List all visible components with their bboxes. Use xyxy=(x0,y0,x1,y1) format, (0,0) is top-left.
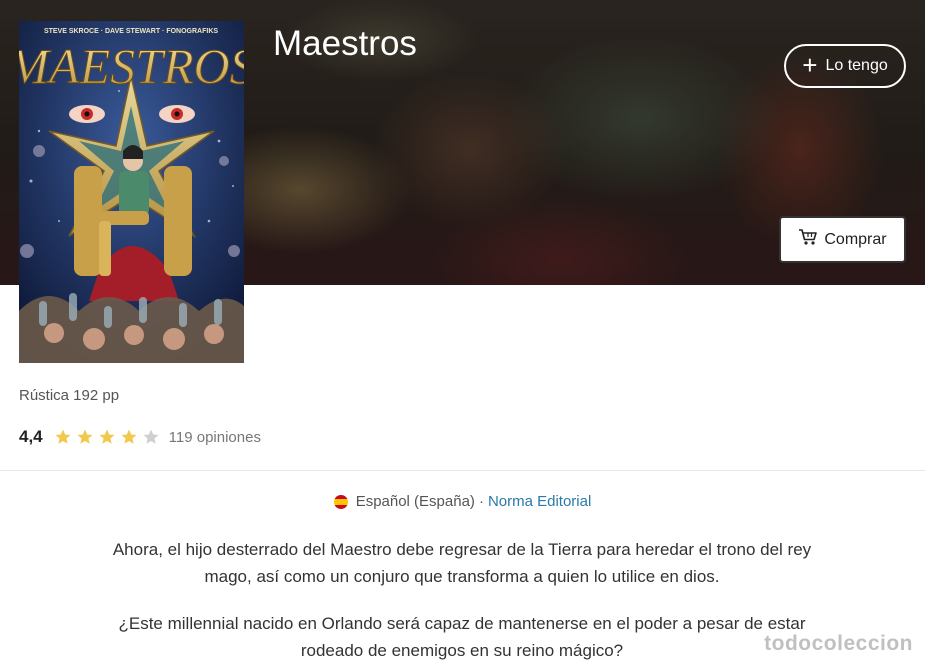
cover-credits: STEVE SKROCE · DAVE STEWART · FONOGRAFIK… xyxy=(44,28,218,35)
reviews-link[interactable]: 119 opiniones xyxy=(169,429,261,446)
spain-flag-icon xyxy=(333,494,348,509)
star-filled-icon xyxy=(121,429,137,444)
format-info: Rústica 192 pp xyxy=(19,387,120,404)
edition-info: Español (España) · Norma Editorial xyxy=(0,493,925,510)
description-paragraph: Ahora, el hijo desterrado del Maestro de… xyxy=(112,540,812,586)
rating: 4,4 119 opiniones xyxy=(19,427,261,447)
rating-score: 4,4 xyxy=(19,427,43,446)
cart-icon xyxy=(798,228,818,251)
rating-stars[interactable] xyxy=(54,428,160,446)
cover-logo: MAESTROS xyxy=(19,38,244,94)
star-filled-icon xyxy=(77,429,93,444)
star-filled-icon xyxy=(55,429,71,444)
cover-image[interactable]: STEVE SKROCE · DAVE STEWART · FONOGRAFIK… xyxy=(19,21,244,363)
buy-button-label: Comprar xyxy=(824,230,887,248)
publisher-link[interactable]: Norma Editorial xyxy=(488,493,591,510)
description-paragraph: ¿Este millennial nacido en Orlando será … xyxy=(118,614,806,660)
page-title: Maestros xyxy=(273,24,417,63)
star-filled-icon xyxy=(99,429,115,444)
star-empty-icon xyxy=(143,429,159,444)
separator: · xyxy=(478,493,484,510)
buy-button[interactable]: Comprar xyxy=(779,216,906,263)
own-button[interactable]: + Lo tengo xyxy=(784,44,906,88)
description: Ahora, el hijo desterrado del Maestro de… xyxy=(112,536,812,664)
divider xyxy=(0,470,925,471)
plus-icon: + xyxy=(802,50,818,80)
own-button-label: Lo tengo xyxy=(825,57,888,74)
watermark-logo: todocoleccion xyxy=(764,632,913,655)
language: Español (España) xyxy=(355,493,475,510)
